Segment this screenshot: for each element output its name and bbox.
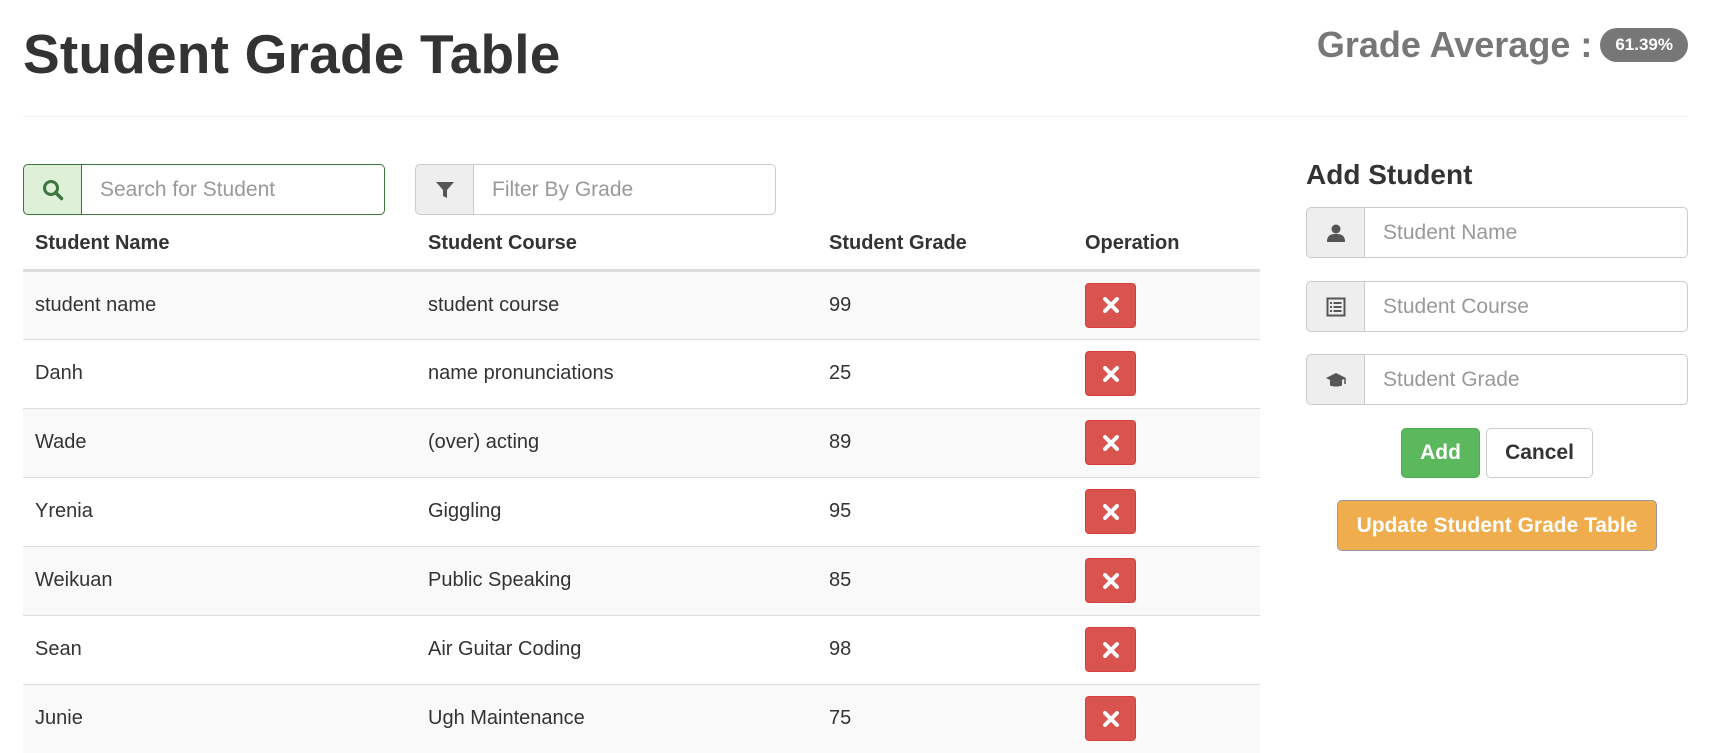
delete-button[interactable]	[1085, 351, 1136, 396]
search-icon	[23, 164, 82, 215]
delete-button[interactable]	[1085, 696, 1136, 742]
student-grade-cell: 95	[817, 476, 1073, 546]
student-name-cell: student name	[23, 269, 416, 339]
delete-button[interactable]	[1085, 489, 1136, 534]
add-button[interactable]: Add	[1401, 428, 1480, 478]
close-icon	[1102, 641, 1119, 658]
student-grade-cell: 98	[817, 614, 1073, 684]
close-icon	[1102, 297, 1119, 313]
table-row: student name student course 99	[23, 269, 1260, 339]
delete-button[interactable]	[1085, 420, 1136, 465]
grade-average: Grade Average : 61.39%	[1317, 24, 1688, 66]
student-name-cell: Danh	[23, 338, 416, 408]
filter-group	[415, 164, 776, 215]
search-input[interactable]	[82, 164, 385, 215]
student-course-cell: (over) acting	[416, 407, 817, 477]
update-table-button[interactable]: Update Student Grade Table	[1337, 500, 1657, 551]
add-student-title: Add Student	[1306, 159, 1473, 190]
column-header-name: Student Name	[23, 219, 416, 272]
student-grade-field[interactable]	[1365, 354, 1688, 405]
student-name-group	[1306, 207, 1688, 258]
student-course-group	[1306, 281, 1688, 332]
student-grade-cell: 25	[817, 338, 1073, 408]
table-row: Wade (over) acting 89	[23, 407, 1260, 477]
delete-button[interactable]	[1085, 282, 1136, 328]
table-header-row: Student Name Student Course Student Grad…	[23, 219, 1260, 272]
table-row: Yrenia Giggling 95	[23, 476, 1260, 546]
student-grade-cell: 85	[817, 545, 1073, 615]
close-icon	[1102, 710, 1119, 727]
delete-button[interactable]	[1085, 558, 1136, 603]
grade-average-badge: 61.39%	[1600, 28, 1688, 62]
column-header-operation: Operation	[1073, 219, 1260, 272]
student-course-cell: Public Speaking	[416, 545, 817, 615]
close-icon	[1102, 503, 1119, 520]
table-row: Junie Ugh Maintenance 75	[23, 683, 1260, 753]
student-table: Student Name Student Course Student Grad…	[23, 219, 1260, 753]
student-name-field[interactable]	[1365, 207, 1688, 258]
student-name-cell: Weikuan	[23, 545, 416, 615]
list-icon	[1306, 281, 1365, 332]
student-course-cell: student course	[416, 269, 817, 339]
user-icon	[1306, 207, 1365, 258]
student-course-cell: name pronunciations	[416, 338, 817, 408]
student-name-cell: Wade	[23, 407, 416, 477]
student-name-cell: Sean	[23, 614, 416, 684]
column-header-course: Student Course	[416, 219, 817, 272]
student-name-cell: Junie	[23, 683, 416, 753]
student-grade-cell: 89	[817, 407, 1073, 477]
student-grade-cell: 99	[817, 269, 1073, 339]
graduation-cap-icon	[1306, 354, 1365, 405]
table-row: Weikuan Public Speaking 85	[23, 545, 1260, 615]
filter-icon	[415, 164, 474, 215]
table-row: Sean Air Guitar Coding 98	[23, 614, 1260, 684]
close-icon	[1102, 572, 1119, 589]
table-row: Danh name pronunciations 25	[23, 338, 1260, 408]
close-icon	[1102, 434, 1119, 451]
student-course-cell: Air Guitar Coding	[416, 614, 817, 684]
cancel-button[interactable]: Cancel	[1486, 428, 1593, 478]
column-header-grade: Student Grade	[817, 219, 1073, 272]
student-course-cell: Ugh Maintenance	[416, 683, 817, 753]
page-title: Student Grade Table	[23, 23, 561, 85]
delete-button[interactable]	[1085, 627, 1136, 672]
student-course-field[interactable]	[1365, 281, 1688, 332]
header-divider	[23, 116, 1688, 117]
grade-average-label: Grade Average :	[1316, 24, 1593, 65]
search-group	[23, 164, 385, 215]
student-name-cell: Yrenia	[23, 476, 416, 546]
student-course-cell: Giggling	[416, 476, 817, 546]
student-grade-group	[1306, 354, 1688, 405]
student-grade-cell: 75	[817, 683, 1073, 753]
close-icon	[1102, 365, 1119, 382]
filter-input[interactable]	[474, 164, 776, 215]
